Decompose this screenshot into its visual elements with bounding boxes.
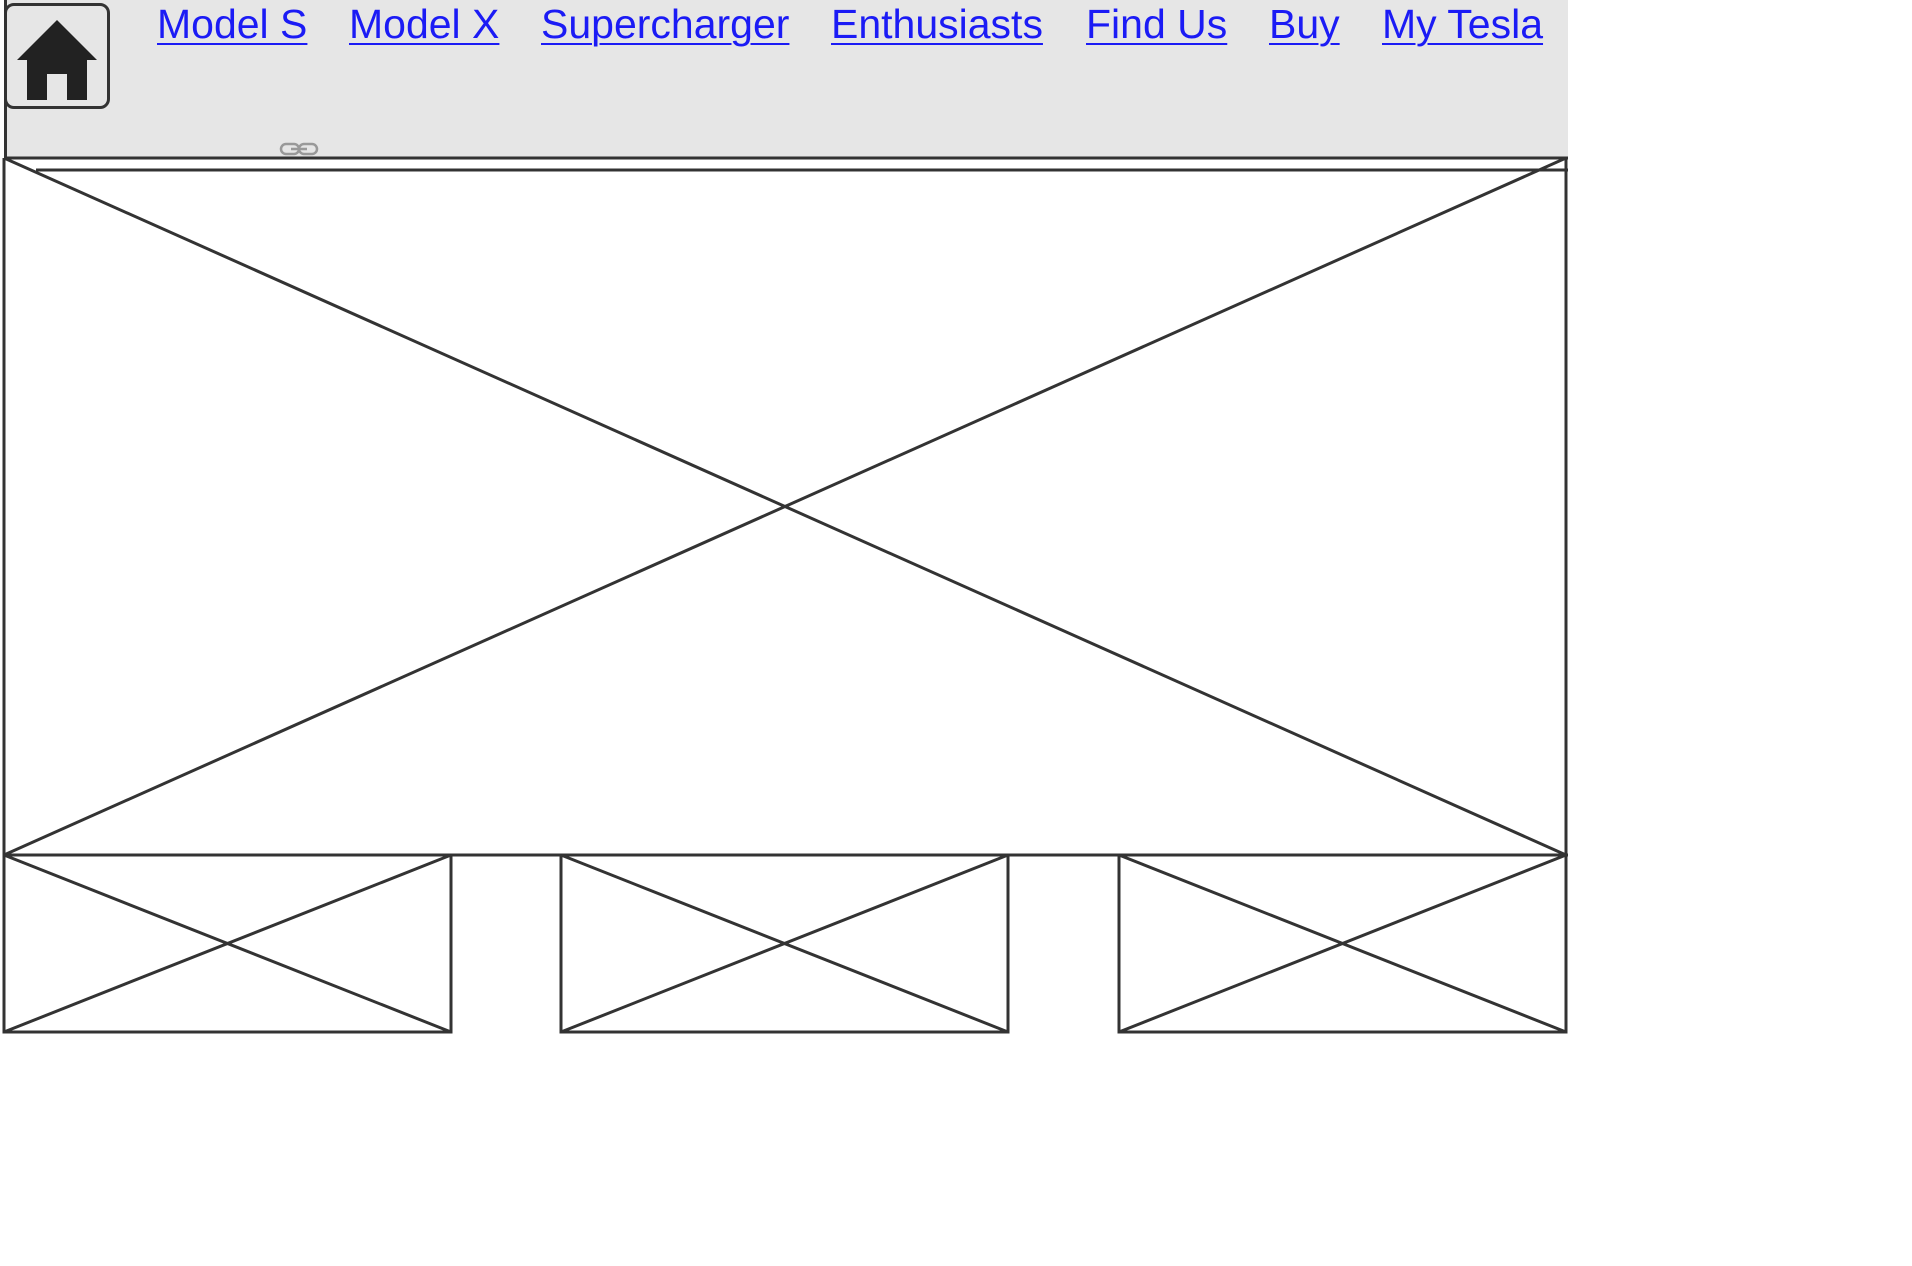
thumbnail-placeholder-1 [2,853,453,1034]
wireframe-page: Model S Model X Supercharger Enthusiasts… [0,0,1568,1039]
wireframe-lines [2,156,1568,1034]
thumbnail-placeholder-3 [1117,853,1568,1034]
thumbnail-placeholder-2 [559,853,1010,1034]
hero-image-placeholder [3,156,1568,857]
